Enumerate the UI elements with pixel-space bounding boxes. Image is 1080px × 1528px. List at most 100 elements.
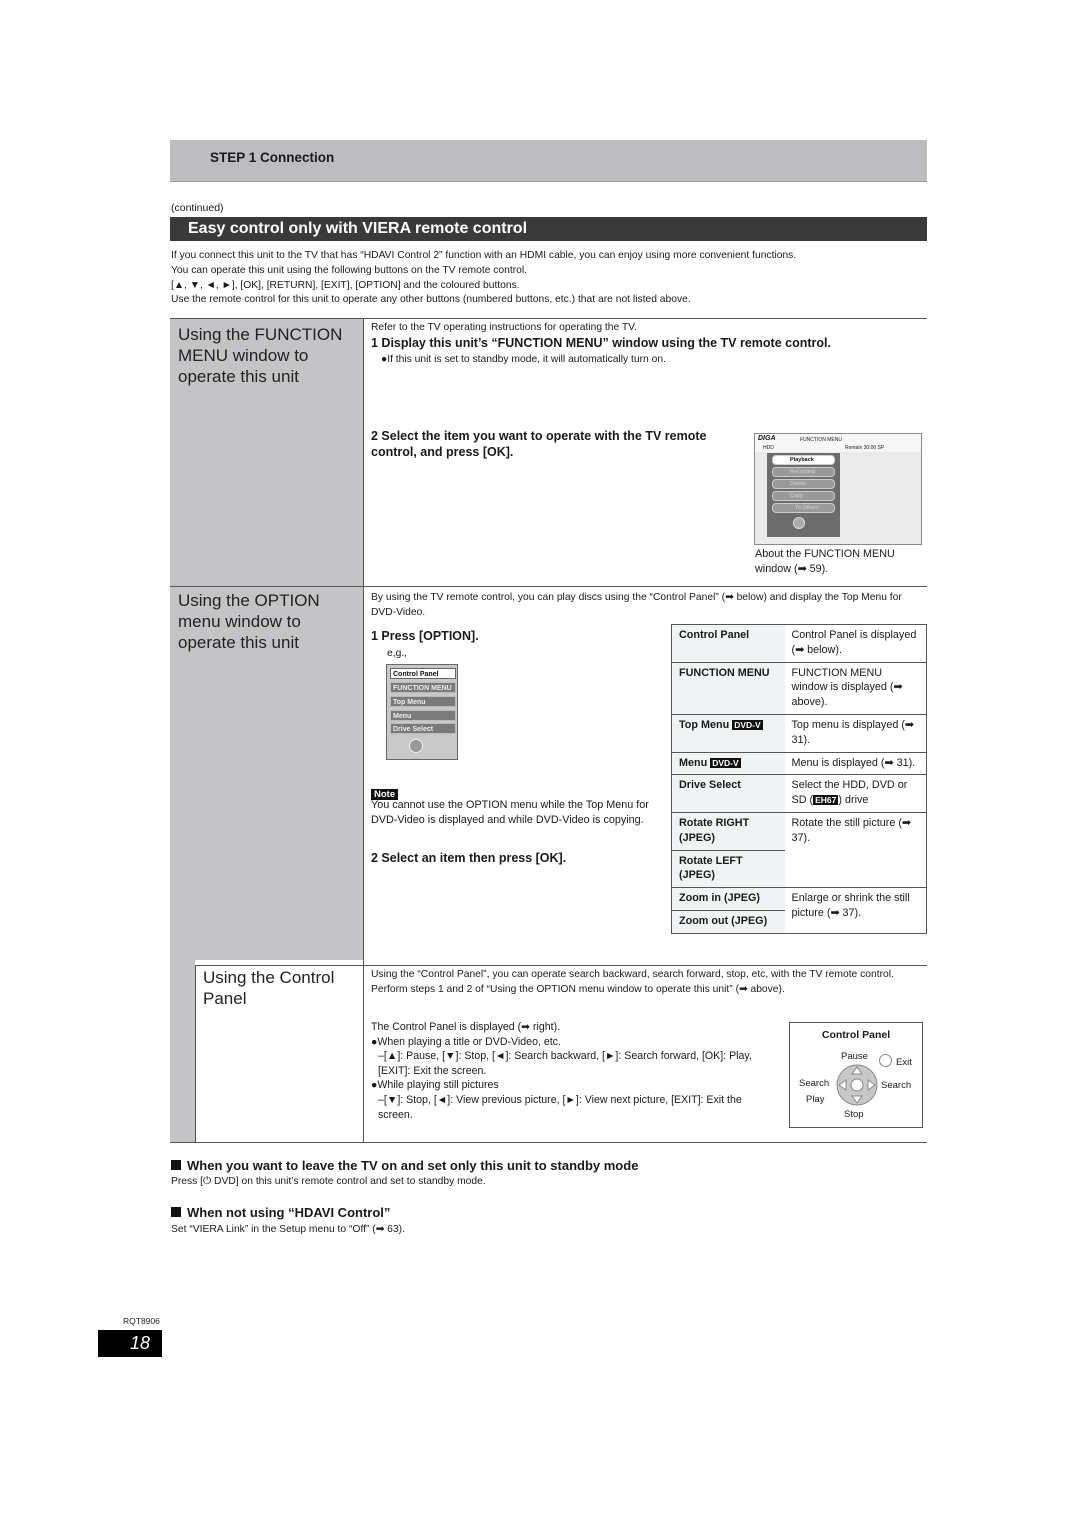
hdavi-heading: When not using “HDAVI Control”	[171, 1205, 390, 1220]
option-value: Menu is displayed (➡ 31).	[784, 752, 927, 776]
function-menu-heading: Using the FUNCTION MENU window to operat…	[178, 325, 343, 386]
page-number: 18	[98, 1330, 162, 1357]
option-value: Rotate the still picture (➡ 37).	[784, 812, 927, 889]
dpad-icon	[793, 517, 805, 529]
option-item-menu[interactable]: Menu	[390, 710, 456, 721]
search-backward-label: Search	[799, 1078, 830, 1089]
option-menu-heading: Using the OPTION menu window to operate …	[178, 591, 320, 652]
option-item-drive-select[interactable]: Drive Select	[390, 723, 456, 734]
option-intro: By using the TV remote control, you can …	[371, 592, 902, 618]
dpad-icon	[836, 1064, 878, 1106]
column-divider	[363, 318, 364, 1142]
table-row: Top Menu DVD-V Top menu is displayed (➡ 3…	[671, 714, 927, 753]
menu-item-delete[interactable]: Delete	[772, 479, 835, 489]
exit-label: Exit	[896, 1057, 912, 1068]
option-value-text: ) drive	[838, 794, 869, 807]
function-menu-title: FUNCTION MENU	[800, 437, 842, 443]
menu-item-playback[interactable]: Playback	[772, 455, 835, 465]
note-text: You cannot use the OPTION menu while the…	[371, 799, 649, 826]
exit-button-icon	[879, 1054, 892, 1067]
diagram-title: Control Panel	[821, 1029, 891, 1041]
control-intro-line: Perform steps 1 and 2 of “Using the OPTI…	[371, 983, 785, 995]
option-menu-screen: Control Panel FUNCTION MENU Top Menu Men…	[386, 664, 458, 760]
step-bar: STEP 1 Connection	[170, 140, 927, 182]
option-step-2: 2 Select an item then press [OK].	[371, 851, 567, 865]
pause-label: Pause	[841, 1051, 868, 1062]
control-intro-line: Using the “Control Panel”, you can opera…	[371, 969, 894, 980]
dvd-v-tag: DVD-V	[732, 719, 763, 730]
function-menu-header: DIGA FUNCTION MENU HDD Remain 30:00 SP	[755, 434, 921, 452]
remain-label: Remain 30:00 SP	[845, 445, 885, 451]
eh67-tag: EH67	[813, 795, 839, 806]
table-row: Control Panel Control Panel is displayed …	[671, 624, 927, 663]
control-panel-diagram: Control Panel Pause Exit Search Search P…	[789, 1022, 923, 1128]
square-bullet-icon	[171, 1207, 181, 1217]
usage-line: The Control Panel is displayed (➡ right)…	[371, 1021, 561, 1033]
divider	[170, 586, 927, 587]
option-value: Control Panel is displayed (➡ below).	[784, 624, 927, 663]
option-item-control-panel[interactable]: Control Panel	[390, 668, 456, 679]
divider	[195, 965, 927, 966]
menu-item-copy[interactable]: Copy	[772, 491, 835, 501]
option-key: Top Menu	[679, 718, 730, 731]
stop-label: Stop	[844, 1109, 864, 1120]
hdavi-heading-text: When not using “HDAVI Control”	[187, 1205, 391, 1220]
standby-heading-text: When you want to leave the TV on and set…	[187, 1158, 639, 1173]
divider	[170, 318, 927, 319]
option-key: Control Panel	[679, 629, 750, 641]
option-value: Top menu is displayed (➡ 31).	[784, 714, 927, 753]
option-item-function-menu[interactable]: FUNCTION MENU	[390, 682, 456, 693]
square-bullet-icon	[171, 1160, 181, 1170]
left-heading-column-indent	[170, 960, 195, 1142]
menu-item-to-others[interactable]: To Others	[772, 503, 835, 513]
menu-item-recording[interactable]: Recording	[772, 467, 835, 477]
intro-text: If you connect this unit to the TV that …	[171, 249, 931, 308]
search-forward-label: Search	[881, 1080, 912, 1091]
function-menu-caption: About the FUNCTION MENU window (➡ 59).	[755, 548, 895, 575]
function-menu-screen: DIGA FUNCTION MENU HDD Remain 30:00 SP P…	[754, 433, 922, 545]
diga-logo: DIGA	[758, 435, 776, 442]
option-key: Rotate LEFT (JPEG)	[679, 854, 743, 882]
table-row: Drive Select Select the HDD, DVD or SD (E…	[671, 774, 927, 813]
function-step-1: 1 Display this unit’s “FUNCTION MENU” wi…	[371, 336, 831, 350]
option-item-top-menu[interactable]: Top Menu	[390, 696, 456, 707]
option-key: Rotate RIGHT (JPEG)	[679, 816, 750, 844]
table-row: FUNCTION MENU FUNCTION MENU window is dis…	[671, 662, 927, 715]
option-key: Menu	[679, 756, 708, 769]
standby-text: Press [⏻ DVD] on this unit’s remote cont…	[171, 1176, 486, 1187]
usage-detail: –[▲]: Pause, [▼]: Stop, [◄]: Search back…	[378, 1050, 752, 1077]
continued-label: (continued)	[171, 202, 224, 214]
control-panel-heading: Using the Control Panel	[203, 968, 335, 1008]
table-row: Zoom in (JPEG) Enlarge or shrink the stil…	[671, 887, 927, 934]
document-code: RQT8906	[123, 1316, 160, 1326]
option-key: Zoom in (JPEG)	[679, 892, 760, 905]
drive-label: HDD	[763, 445, 774, 451]
dpad-icon	[409, 739, 423, 753]
divider	[170, 1142, 927, 1143]
play-label: Play	[806, 1094, 825, 1105]
intro-line: If you connect this unit to the TV that …	[171, 250, 797, 261]
hdavi-text: Set “VIERA Link” in the Setup menu to “O…	[171, 1224, 405, 1235]
table-row: Rotate RIGHT (JPEG) Rotate the still pict…	[671, 812, 927, 889]
option-table: Control Panel Control Panel is displayed …	[671, 624, 927, 934]
option-key: FUNCTION MENU	[679, 666, 770, 679]
standby-heading: When you want to leave the TV on and set…	[171, 1158, 638, 1173]
table-row: Menu DVD-V Menu is displayed (➡ 31).	[671, 752, 927, 776]
option-value: Enlarge or shrink the still picture (➡ 3…	[784, 887, 927, 934]
section-title: Easy control only with VIERA remote cont…	[170, 217, 927, 241]
function-step-2: 2 Select the item you want to operate wi…	[371, 429, 707, 459]
usage-bullet: ●When playing a title or DVD-Video, etc.	[371, 1035, 561, 1048]
control-panel-intro: Using the “Control Panel”, you can opera…	[371, 968, 927, 997]
dvd-v-tag: DVD-V	[710, 757, 741, 768]
intro-line: [▲, ▼, ◄, ►], [OK], [RETURN], [EXIT], [O…	[171, 279, 520, 291]
intro-line: You can operate this unit using the foll…	[171, 264, 528, 276]
option-key: Zoom out (JPEG)	[679, 914, 768, 927]
option-value: FUNCTION MENU window is displayed (➡ abo…	[784, 662, 927, 715]
option-step-1: 1 Press [OPTION].	[371, 629, 479, 643]
refer-text: Refer to the TV operating instructions f…	[371, 322, 637, 333]
function-step-1-note: ●If this unit is set to standby mode, it…	[381, 354, 666, 365]
usage-bullet: ●While playing still pictures	[371, 1079, 499, 1092]
option-value: Select the HDD, DVD or SD (EH67) drive	[784, 774, 927, 813]
option-key: Drive Select	[679, 779, 741, 792]
control-panel-usage: The Control Panel is displayed (➡ right)…	[371, 1020, 776, 1122]
